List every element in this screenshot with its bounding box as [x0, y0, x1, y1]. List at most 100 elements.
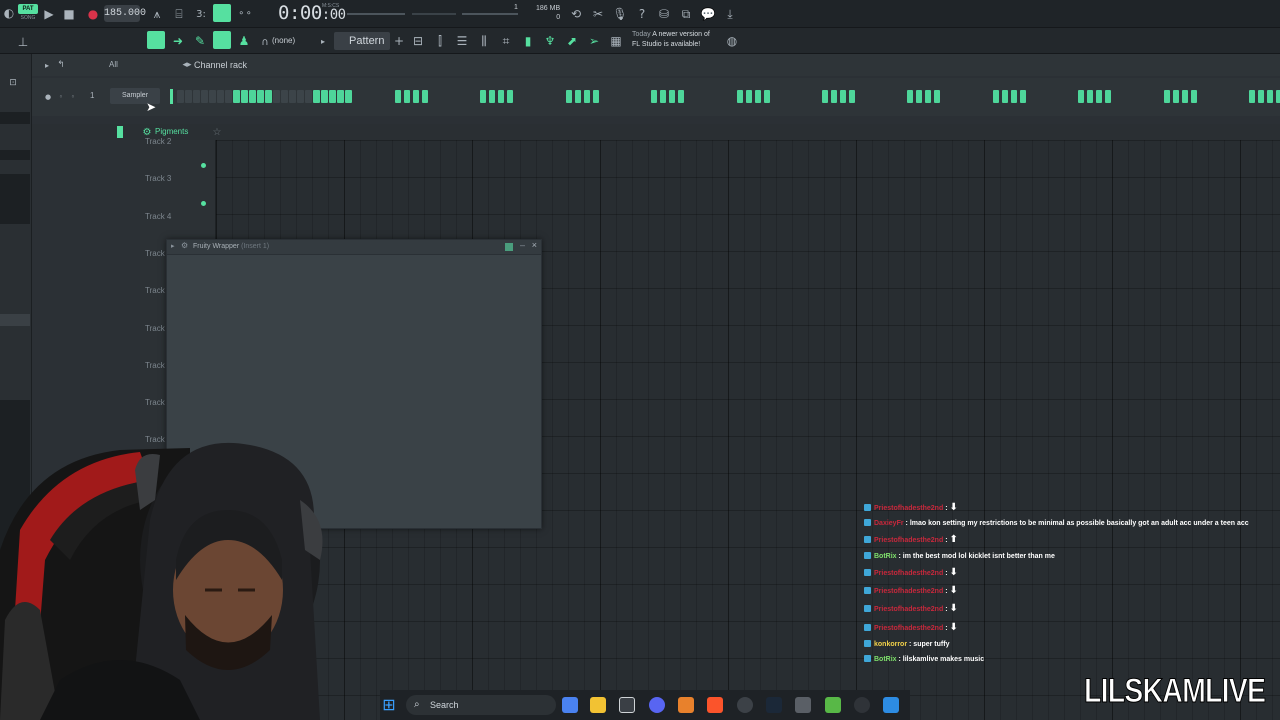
steam-icon[interactable]: [766, 697, 782, 713]
step-button[interactable]: [193, 90, 200, 103]
step-button[interactable]: [498, 90, 505, 103]
step-button[interactable]: [225, 90, 232, 103]
step-button[interactable]: [313, 90, 320, 103]
playlist-play-marker[interactable]: [117, 126, 123, 138]
step-button[interactable]: [289, 90, 296, 103]
step-button[interactable]: [395, 90, 401, 103]
loop-record-button[interactable]: [213, 4, 231, 22]
step-button[interactable]: [241, 90, 248, 103]
step-button[interactable]: [1267, 90, 1273, 103]
step-button[interactable]: [1258, 90, 1264, 103]
step-button[interactable]: [507, 90, 514, 103]
piano-roll-view-icon[interactable]: ☰: [453, 32, 471, 50]
pattern-prev-icon[interactable]: ▸: [314, 32, 332, 50]
channel-volume-knob-icon[interactable]: ◦: [64, 88, 82, 106]
brush-tool-icon[interactable]: ✎: [191, 32, 209, 50]
browser-item[interactable]: [0, 150, 30, 160]
step-button[interactable]: [1096, 90, 1103, 103]
stop-icon[interactable]: ■: [60, 5, 78, 23]
step-button[interactable]: [1078, 90, 1085, 103]
step-button[interactable]: [1001, 90, 1008, 103]
step-button[interactable]: [925, 90, 932, 103]
minimize-icon[interactable]: –: [520, 240, 525, 250]
step-edit-icon[interactable]: ⚬⚬: [236, 5, 254, 23]
step-button[interactable]: [1010, 90, 1017, 103]
track-label[interactable]: Track 3: [145, 174, 171, 183]
step-button[interactable]: [249, 90, 256, 103]
favorite-star-icon[interactable]: ☆: [208, 123, 226, 141]
step-button[interactable]: [201, 90, 208, 103]
step-button[interactable]: [185, 90, 192, 103]
browser-scrollbar[interactable]: [0, 314, 30, 326]
step-button[interactable]: [822, 90, 828, 103]
news-icon[interactable]: ▦: [607, 32, 625, 50]
globe-icon[interactable]: ◍: [723, 32, 741, 50]
browser-view-icon[interactable]: ⌗: [497, 32, 515, 50]
arrow-tool-icon[interactable]: ➜: [169, 32, 187, 50]
step-button[interactable]: [1276, 90, 1280, 103]
browser-item[interactable]: [0, 112, 30, 124]
track-label[interactable]: Track: [145, 249, 165, 258]
step-button[interactable]: [574, 90, 581, 103]
link-tool-button[interactable]: [213, 31, 231, 49]
step-button[interactable]: [669, 90, 676, 103]
step-button[interactable]: [1190, 90, 1197, 103]
obs-icon[interactable]: [737, 697, 753, 713]
channel-mixer-track[interactable]: 1: [90, 91, 94, 100]
mixer-icon[interactable]: ⧉: [677, 5, 695, 23]
store-icon[interactable]: [619, 697, 635, 713]
step-button[interactable]: [763, 90, 770, 103]
step-button[interactable]: [745, 90, 752, 103]
step-button[interactable]: [265, 90, 272, 103]
microphone-icon[interactable]: 🎙: [611, 5, 629, 23]
step-button[interactable]: [831, 90, 837, 103]
track-dot-icon[interactable]: [201, 163, 206, 168]
app-icon-3[interactable]: [883, 697, 899, 713]
step-button[interactable]: [209, 90, 216, 103]
step-button[interactable]: [934, 90, 941, 103]
step-button[interactable]: [1249, 90, 1255, 103]
step-button[interactable]: [321, 90, 328, 103]
step-button[interactable]: [916, 90, 923, 103]
step-button[interactable]: [305, 90, 312, 103]
step-button[interactable]: [337, 90, 344, 103]
step-button[interactable]: [592, 90, 599, 103]
4k-app-icon[interactable]: [854, 697, 870, 713]
pattern-selector[interactable]: Pattern 1: [334, 32, 390, 65]
step-button[interactable]: [907, 90, 914, 103]
news-panel[interactable]: Today A newer version of FL Studio is ava…: [632, 30, 710, 50]
step-button[interactable]: [422, 90, 428, 103]
plugin-menu-icon[interactable]: ▸: [171, 242, 175, 250]
song-mode-label[interactable]: SONG: [18, 15, 38, 21]
rack-undo-icon[interactable]: ↰: [52, 56, 70, 74]
master-volume-slider[interactable]: [347, 13, 405, 15]
track-dot-icon[interactable]: [201, 201, 206, 206]
fl-studio-icon[interactable]: [678, 697, 694, 713]
step-button[interactable]: [651, 90, 658, 103]
step-button[interactable]: [257, 90, 264, 103]
cut-tools-icon[interactable]: ✂: [589, 5, 607, 23]
step-button[interactable]: [297, 90, 304, 103]
plugin-picker-icon[interactable]: ▮: [519, 32, 537, 50]
channel-rack-view-icon[interactable]: ⫿: [431, 32, 449, 50]
step-button[interactable]: [660, 90, 667, 103]
track-label[interactable]: Track 4: [145, 212, 171, 221]
add-pattern-icon[interactable]: +: [390, 32, 408, 50]
master-pitch-slider[interactable]: [412, 13, 456, 15]
step-button[interactable]: [177, 90, 184, 103]
undo-history-icon[interactable]: ⟲: [567, 5, 585, 23]
app-icon-2[interactable]: [825, 697, 841, 713]
step-button[interactable]: [565, 90, 572, 103]
export-icon[interactable]: ➢: [585, 32, 603, 50]
plugin-detach-icon[interactable]: [505, 243, 513, 251]
channel-filter[interactable]: All: [109, 60, 118, 69]
playlist-button[interactable]: [147, 31, 165, 49]
pin-icon[interactable]: ⬈: [563, 32, 581, 50]
step-button[interactable]: [992, 90, 999, 103]
plugin-gear-icon[interactable]: ⚙: [181, 241, 188, 250]
chat-icon[interactable]: 💬: [699, 5, 717, 23]
step-button[interactable]: [1019, 90, 1026, 103]
step-button[interactable]: [233, 90, 240, 103]
wait-icon[interactable]: ⌸: [170, 5, 188, 23]
play-icon[interactable]: ▶: [40, 5, 58, 23]
